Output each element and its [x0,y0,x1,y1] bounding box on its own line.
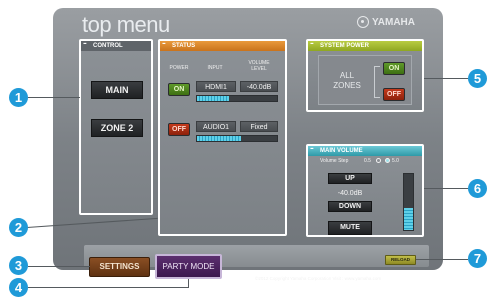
callout-1-leader [28,97,80,98]
volume-step-radio-0-5[interactable] [376,158,381,163]
callout-4: 4 [9,278,28,297]
volume-down-button[interactable]: DOWN [328,201,372,212]
all-zones-off-button[interactable]: OFF [383,88,405,101]
control-main-button[interactable]: MAIN [91,81,143,99]
status-panel: STATUS POWER INPUT VOLUME LEVEL ON HDMI1… [158,38,287,236]
callout-5: 5 [468,69,487,88]
settings-button[interactable]: SETTINGS [89,257,150,277]
zone2-power-button[interactable]: OFF [168,123,190,136]
reload-button[interactable]: RELOAD [385,255,416,265]
zone2-level-meter [196,135,278,142]
main-level-meter [196,95,278,102]
status-header: STATUS [160,38,285,51]
status-col-power: POWER [169,65,189,71]
callout-5-leader [424,78,468,79]
mute-button[interactable]: MUTE [328,221,372,235]
volume-step-option-0-5: 0.5 [364,158,371,164]
callout-4-leader-v [188,279,189,288]
volume-step-radio-5-0[interactable] [385,158,390,163]
callout-6: 6 [468,179,487,198]
all-zones-bracket [374,66,380,98]
callout-4-leader [28,287,188,288]
brand-logo: YAMAHA [357,16,415,28]
control-header: CONTROL [81,38,151,51]
zone2-level-fill [197,136,241,141]
brand-name: YAMAHA [372,16,415,28]
volume-meter-fill [404,207,413,230]
callout-2: 2 [9,218,28,237]
status-col-volume: VOLUME LEVEL [248,60,270,72]
party-mode-button[interactable]: PARTY MODE [155,254,222,279]
yamaha-logo-icon [357,16,370,28]
callout-6-leader [424,188,468,189]
volume-step-option-5-0: 5.0 [392,158,399,164]
main-level-fill [197,96,229,101]
volume-up-button[interactable]: UP [328,173,372,184]
all-zones-on-button[interactable]: ON [383,62,405,75]
main-volume-panel: MAIN VOLUME Volume Step 0.5 5.0 UP -40.0… [306,143,424,237]
zone2-volume-readout: Fixed [240,121,278,132]
main-input-readout: HDMI1 [196,81,236,92]
system-power-panel: SYSTEM POWER ALL ZONES ON OFF [306,38,424,112]
control-panel: CONTROL MAIN ZONE 2 [79,38,153,215]
system-power-box: ALL ZONES ON OFF [318,55,412,105]
app-title: top menu [82,12,170,37]
volume-step-label: Volume Step [320,158,349,164]
volume-readout: -40.0dB [337,190,363,197]
control-zone2-button[interactable]: ZONE 2 [91,119,143,137]
status-col-input: INPUT [207,65,223,71]
zone2-input-readout: AUDIO1 [196,121,236,132]
copyright-text: ©2012 Copyright Yamaha Corporation Visit… [255,276,382,281]
main-volume-header: MAIN VOLUME [308,143,422,156]
callout-3: 3 [9,256,28,275]
main-power-button[interactable]: ON [168,83,190,96]
volume-meter [403,173,414,231]
callout-1: 1 [9,88,28,107]
main-volume-readout: -40.0dB [240,81,278,92]
callout-3-leader [28,266,90,267]
callout-7: 7 [468,249,487,268]
all-zones-label: ALL ZONES [333,71,361,90]
system-power-header: SYSTEM POWER [308,38,422,51]
callout-7-leader [416,259,468,260]
